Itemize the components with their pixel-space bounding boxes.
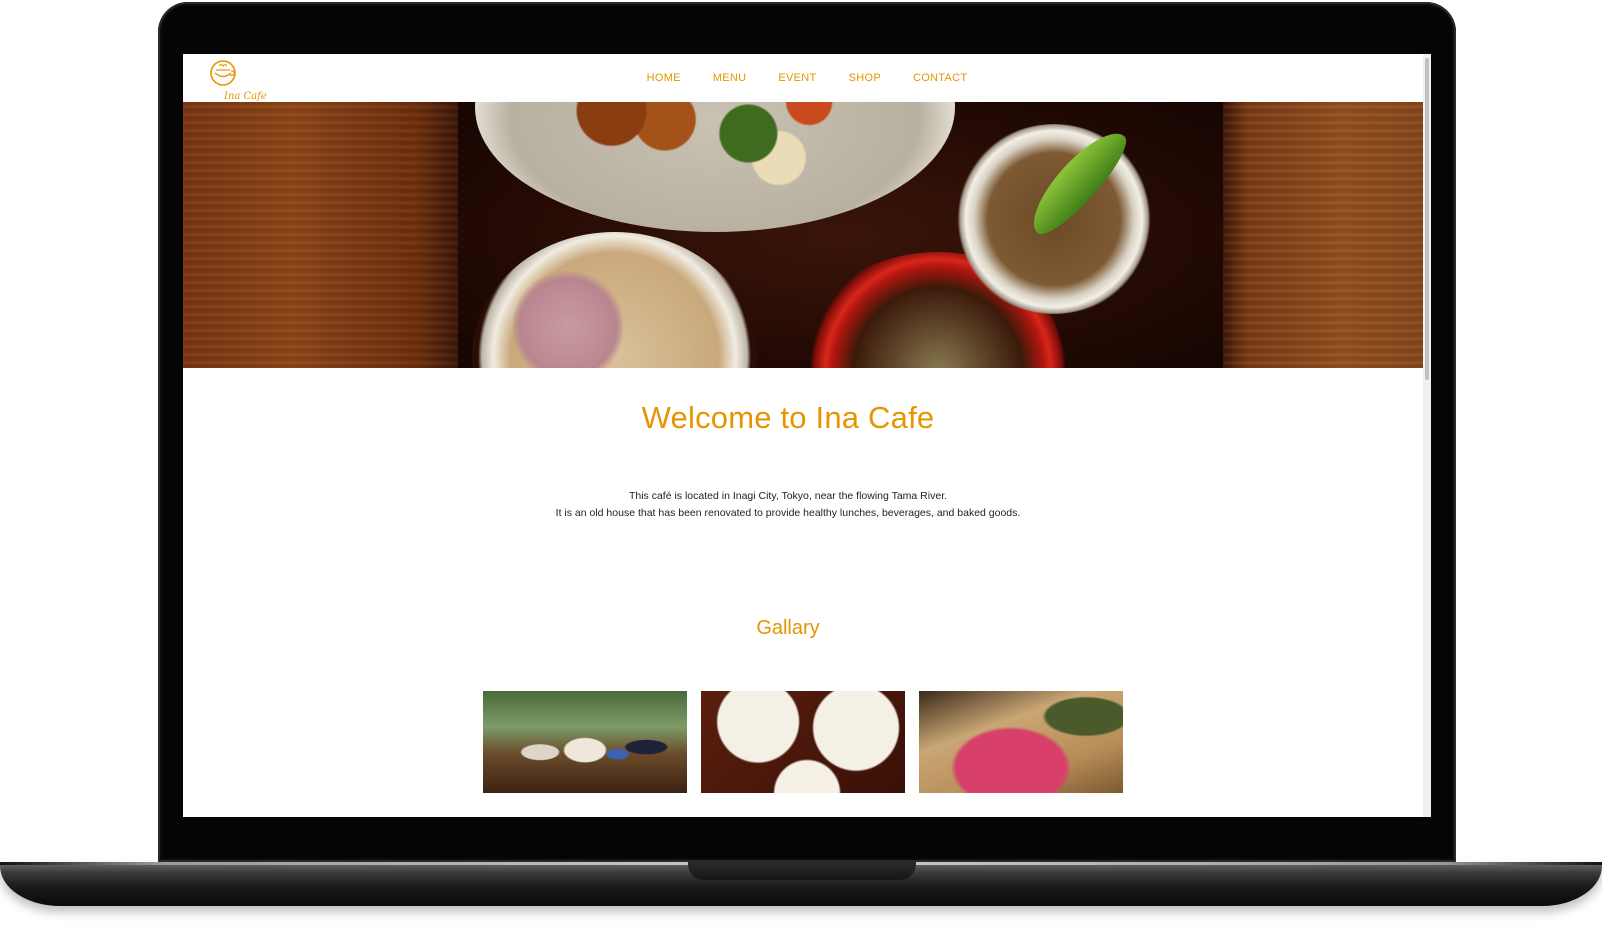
nav-menu[interactable]: MENU xyxy=(697,72,763,84)
hero-wood-left xyxy=(183,102,458,368)
welcome-line-1: This café is located in Inagi City, Toky… xyxy=(628,490,948,502)
gallery-photo-people[interactable] xyxy=(483,691,687,793)
welcome-description: This café is located in Inagi City, Toky… xyxy=(183,488,1393,522)
screen: Ina Cafe HOME MENU EVENT SHOP CONTACT We… xyxy=(183,54,1431,817)
nav-shop[interactable]: SHOP xyxy=(833,72,897,84)
gallery-grid xyxy=(483,691,1123,793)
nav-home[interactable]: HOME xyxy=(631,72,697,84)
nav-event[interactable]: EVENT xyxy=(762,72,832,84)
gallery-title: Gallary xyxy=(756,617,820,639)
laptop-mockup: Ina Cafe HOME MENU EVENT SHOP CONTACT We… xyxy=(0,0,1602,931)
welcome-title: Welcome to Ina Cafe xyxy=(641,400,935,435)
main-nav: HOME MENU EVENT SHOP CONTACT xyxy=(183,54,1431,102)
site-header: Ina Cafe HOME MENU EVENT SHOP CONTACT xyxy=(183,54,1431,102)
hero-wood-right xyxy=(1223,102,1423,368)
laptop-notch xyxy=(688,862,916,880)
gallery-photo-plates[interactable] xyxy=(701,691,905,793)
scrollbar[interactable] xyxy=(1423,54,1431,817)
welcome-line-2: It is an old house that has been renovat… xyxy=(555,507,1021,519)
nav-contact[interactable]: CONTACT xyxy=(897,72,983,84)
gallery-photo-radish[interactable] xyxy=(919,691,1123,793)
hero-image xyxy=(183,102,1423,368)
scrollbar-thumb[interactable] xyxy=(1425,58,1429,380)
